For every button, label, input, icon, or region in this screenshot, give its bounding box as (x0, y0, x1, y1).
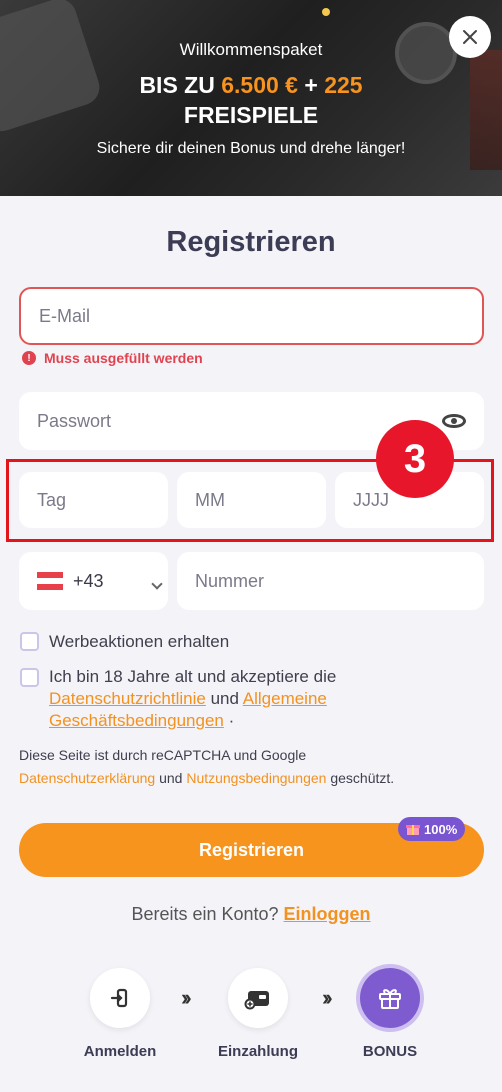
country-code-select[interactable]: +43 (19, 552, 168, 610)
privacy-link[interactable]: Datenschutzrichtlinie (49, 689, 206, 708)
bonus-badge: 100% (398, 817, 466, 841)
banner-title-prefix: BIS ZU (139, 72, 215, 98)
spark-decoration (322, 8, 330, 16)
eye-icon[interactable] (442, 414, 466, 428)
arrows-2: ›› (322, 985, 332, 1010)
banner-spins: 225 (324, 72, 363, 98)
recaptcha-terms-link[interactable]: Nutzungsbedingungen (186, 770, 326, 786)
login-link[interactable]: Einloggen (284, 904, 371, 924)
step-label-deposit: Einzahlung (218, 1043, 298, 1060)
step-deposit (228, 968, 288, 1028)
login-prompt: Bereits ein Konto? Einloggen (0, 904, 502, 925)
login-prompt-text: Bereits ein Konto? (131, 904, 279, 924)
deposit-icon (244, 991, 269, 1010)
terms-and: und (210, 689, 239, 708)
banner-subtitle: Willkommenspaket (179, 40, 323, 59)
step-number-badge: 3 (376, 420, 454, 498)
login-icon (110, 988, 128, 1008)
email-error: ! Muss ausgefüllt werden (22, 350, 203, 366)
phone-placeholder: Nummer (195, 570, 265, 591)
gift-icon (406, 825, 420, 835)
badge-text: 100% (424, 821, 458, 837)
banner-description: Sichere dir deinen Bonus und drehe länge… (96, 140, 406, 157)
country-code: +43 (73, 570, 104, 591)
recaptcha-and: und (159, 770, 183, 786)
gift-icon (379, 989, 401, 1009)
email-placeholder: E-Mail (39, 305, 91, 326)
error-icon: ! (22, 351, 36, 365)
step-login (90, 968, 150, 1028)
terms-prefix: Ich bin 18 Jahre alt und akzeptiere die (49, 667, 337, 686)
step-label-login: Anmelden (83, 1043, 157, 1060)
chevron-down-icon (151, 578, 163, 590)
arrows-1: ›› (181, 985, 191, 1010)
banner-title: BIS ZU 6.500 € + 225 FREISPIELE (0, 70, 502, 130)
email-field[interactable]: E-Mail (19, 287, 484, 345)
password-placeholder: Passwort (37, 410, 112, 431)
terms-suffix: · (228, 711, 235, 730)
welcome-banner: Willkommenspaket BIS ZU 6.500 € + 225 FR… (0, 0, 502, 196)
recaptcha-suffix: geschützt. (330, 770, 395, 786)
page-title: Registrieren (166, 226, 336, 258)
close-button[interactable] (449, 16, 491, 58)
recaptcha-notice: Diese Seite ist durch reCAPTCHA und Goog… (19, 744, 489, 790)
phone-number-field[interactable]: Nummer (177, 552, 484, 610)
step-label-bonus: BONUS (362, 1043, 418, 1060)
step-bonus (360, 968, 420, 1028)
banner-plus: + (304, 72, 318, 98)
promo-checkbox[interactable] (20, 632, 39, 651)
banner-amount: 6.500 € (221, 72, 298, 98)
email-error-text: Muss ausgefüllt werden (44, 350, 203, 366)
recaptcha-privacy-link[interactable]: Datenschutzerklärung (19, 770, 155, 786)
terms-checkbox[interactable] (20, 668, 39, 687)
promo-label: Werbeaktionen erhalten (49, 632, 230, 651)
close-icon (463, 30, 477, 44)
terms-label: Ich bin 18 Jahre alt und akzeptiere die … (49, 666, 479, 732)
recaptcha-text: Diese Seite ist durch reCAPTCHA und Goog… (19, 747, 307, 763)
banner-title-line2: FREISPIELE (183, 102, 319, 128)
austria-flag-icon (37, 572, 63, 590)
